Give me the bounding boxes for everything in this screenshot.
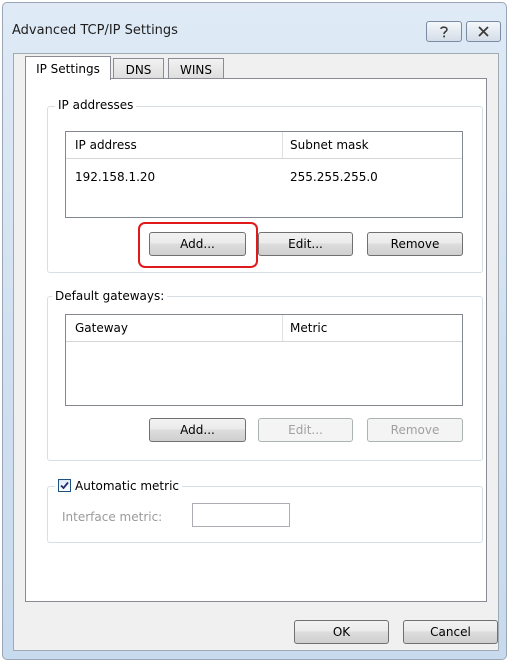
- button-label: Add...: [180, 423, 215, 437]
- button-label: Cancel: [430, 625, 471, 639]
- button-label: Remove: [390, 423, 440, 437]
- remove-gateway-button[interactable]: Remove: [367, 418, 463, 442]
- ok-button[interactable]: OK: [294, 620, 389, 644]
- tab-wins[interactable]: WINS: [168, 58, 224, 80]
- window-title: Advanced TCP/IP Settings: [12, 23, 178, 38]
- tab-label: IP Settings: [36, 61, 100, 76]
- ip-address-cell: 192.158.1.20: [75, 170, 156, 184]
- column-subnet-mask[interactable]: Subnet mask: [290, 138, 369, 152]
- interface-metric-label: Interface metric:: [62, 510, 163, 524]
- add-button-highlight: [138, 222, 258, 268]
- edit-gateway-button[interactable]: Edit...: [258, 418, 353, 442]
- column-metric[interactable]: Metric: [290, 321, 327, 335]
- tab-label: DNS: [125, 62, 152, 77]
- automatic-metric-checkbox[interactable]: [58, 479, 71, 492]
- subnet-mask-cell: 255.255.255.0: [290, 170, 378, 184]
- list-header: Gateway Metric: [66, 315, 462, 342]
- ip-address-list[interactable]: IP address Subnet mask 192.158.1.20 255.…: [65, 131, 463, 218]
- automatic-metric-label: Automatic metric: [75, 478, 179, 493]
- gateway-list[interactable]: Gateway Metric: [65, 314, 463, 406]
- button-label: Remove: [390, 237, 440, 251]
- button-label: OK: [332, 625, 351, 639]
- tab-label: WINS: [180, 62, 212, 77]
- add-gateway-button[interactable]: Add...: [149, 418, 246, 442]
- column-divider[interactable]: [282, 132, 283, 158]
- help-icon: [440, 25, 448, 37]
- list-header: IP address Subnet mask: [66, 132, 462, 159]
- close-button[interactable]: [466, 21, 501, 42]
- tab-dns[interactable]: DNS: [113, 58, 164, 80]
- button-label: Edit...: [288, 423, 323, 437]
- ip-addresses-group-label: IP addresses: [55, 98, 137, 112]
- interface-metric-field[interactable]: [192, 503, 290, 527]
- cancel-button[interactable]: Cancel: [403, 620, 498, 644]
- column-divider[interactable]: [282, 315, 283, 341]
- gateways-group-label: Default gateways:: [52, 289, 168, 303]
- column-gateway[interactable]: Gateway: [75, 321, 128, 335]
- close-icon: [478, 26, 489, 37]
- button-label: Edit...: [288, 237, 323, 251]
- help-button[interactable]: [426, 21, 462, 42]
- column-ip-address[interactable]: IP address: [75, 138, 137, 152]
- tab-ip-settings[interactable]: IP Settings: [25, 56, 111, 80]
- automatic-metric-checkbox-row[interactable]: Automatic metric: [55, 477, 182, 494]
- checkmark-icon: [60, 481, 69, 490]
- edit-ip-button[interactable]: Edit...: [258, 232, 353, 256]
- remove-ip-button[interactable]: Remove: [367, 232, 463, 256]
